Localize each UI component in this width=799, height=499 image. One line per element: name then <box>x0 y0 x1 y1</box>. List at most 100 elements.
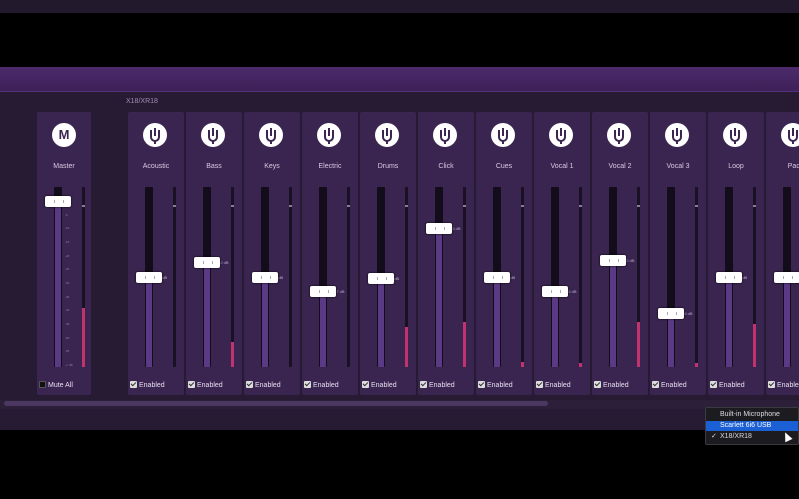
channel-meter-fill <box>579 363 582 367</box>
channel-name: Loop <box>728 163 744 170</box>
channel-output-icon[interactable] <box>375 123 399 147</box>
master-fader-handle[interactable] <box>45 195 71 207</box>
channel-strip: Electric -7 dB Enabled <box>302 112 358 395</box>
channel-enabled-checkbox[interactable]: Enabled <box>710 381 745 389</box>
master-scale-tick: -35 <box>65 294 70 299</box>
channel-output-icon[interactable] <box>665 123 689 147</box>
channel-enabled-checkbox[interactable]: Enabled <box>478 381 513 389</box>
channel-enabled-checkbox[interactable]: Enabled <box>768 381 799 389</box>
enabled-checkbox-box[interactable] <box>768 381 775 388</box>
channel-output-icon[interactable] <box>549 123 573 147</box>
channel-output-icon[interactable] <box>607 123 631 147</box>
channel-fader-handle[interactable] <box>194 257 220 269</box>
enabled-checkbox-box[interactable] <box>594 381 601 388</box>
enabled-checkbox-box[interactable] <box>710 381 717 388</box>
channel-fader-handle[interactable] <box>426 222 452 234</box>
channel-name: Cues <box>495 163 513 170</box>
master-knob[interactable]: M <box>52 123 76 147</box>
connector-icon <box>498 128 508 144</box>
channel-fader-fill <box>668 313 674 367</box>
channel-name: Vocal 3 <box>666 163 690 170</box>
channel-meter-peak-hold <box>347 205 350 207</box>
channel-fader-handle[interactable] <box>658 307 684 319</box>
enabled-checkbox-box[interactable] <box>536 381 543 388</box>
enabled-checkbox-box[interactable] <box>652 381 659 388</box>
channel-enabled-checkbox[interactable]: Enabled <box>130 381 165 389</box>
channel-fader-handle[interactable] <box>310 285 336 297</box>
connector-icon <box>382 128 392 144</box>
channel-enabled-checkbox[interactable]: Enabled <box>536 381 571 389</box>
channel-meter-fill <box>753 323 756 367</box>
connector-icon <box>788 128 798 144</box>
master-scale-tick: -20 <box>65 253 70 258</box>
enabled-checkbox-box[interactable] <box>304 381 311 388</box>
enabled-checkbox-box[interactable] <box>188 381 195 388</box>
device-menu-item[interactable]: Built-in Microphone <box>706 410 798 420</box>
enabled-checkbox-box[interactable] <box>246 381 253 388</box>
channel-strip: Loop -dB Enabled <box>708 112 764 395</box>
channel-enabled-checkbox[interactable]: Enabled <box>304 381 339 389</box>
channel-fader-handle[interactable] <box>136 271 162 283</box>
channel-enabled-checkbox[interactable]: Enabled <box>420 381 455 389</box>
channel-fader-handle[interactable] <box>716 271 742 283</box>
channel-fader-handle[interactable] <box>484 271 510 283</box>
channel-level-meter <box>695 187 698 367</box>
channel-fader-track[interactable] <box>551 187 559 367</box>
master-fader-track[interactable] <box>54 187 62 367</box>
channel-level-meter <box>405 187 408 367</box>
master-scale-tick: -45 <box>65 322 70 326</box>
channel-output-icon[interactable] <box>781 123 799 147</box>
mute-all-checkbox[interactable]: Mute All <box>39 381 73 389</box>
enabled-checkbox-box[interactable] <box>420 381 427 388</box>
channel-fader-track[interactable] <box>609 187 617 367</box>
channel-meter-fill <box>521 361 524 367</box>
mute-all-box[interactable] <box>39 381 46 388</box>
channel-meter-fill <box>405 327 408 367</box>
channel-fader-fill <box>320 291 326 367</box>
channel-output-icon[interactable] <box>491 123 515 147</box>
channel-fader-fill <box>552 291 558 367</box>
enabled-checkbox-box[interactable] <box>130 381 137 388</box>
connector-icon <box>614 128 624 144</box>
channel-output-icon[interactable] <box>201 123 225 147</box>
channel-output-icon[interactable] <box>317 123 341 147</box>
channel-enabled-checkbox[interactable]: Enabled <box>362 381 397 389</box>
channel-name: Click <box>438 163 454 170</box>
channel-fader-handle[interactable] <box>368 273 394 285</box>
master-meter-fill <box>82 307 85 367</box>
channel-fader-track[interactable] <box>319 187 327 367</box>
channel-fader-handle[interactable] <box>252 271 278 283</box>
channel-fader-handle[interactable] <box>774 271 799 283</box>
device-menu-item[interactable]: Scarlett 6i6 USB <box>706 421 798 431</box>
enabled-label: Enabled <box>197 382 223 389</box>
channel-fader-handle[interactable] <box>600 255 626 267</box>
channel-name: Drums <box>377 163 399 170</box>
channel-fader-track[interactable] <box>203 187 211 367</box>
channel-strip: Bass -2 dB Enabled <box>186 112 242 395</box>
channel-enabled-checkbox[interactable]: Enabled <box>188 381 223 389</box>
channel-enabled-checkbox[interactable]: Enabled <box>652 381 687 389</box>
channel-level-meter <box>521 187 524 367</box>
device-menu-item-label: Scarlett 6i6 USB <box>720 422 772 429</box>
channel-strip: Keys -dB Enabled <box>244 112 300 395</box>
channel-enabled-checkbox[interactable]: Enabled <box>594 381 629 389</box>
enabled-checkbox-box[interactable] <box>362 381 369 388</box>
channel-fader-track[interactable] <box>435 187 443 367</box>
channel-meter-fill <box>231 341 234 367</box>
master-scale-tick: -40 <box>65 308 70 313</box>
channel-fader-handle[interactable] <box>542 285 568 297</box>
channel-fader-track[interactable] <box>667 187 675 367</box>
horizontal-scrollbar[interactable] <box>0 400 799 409</box>
channel-gain-readout: -5 dB <box>683 310 693 316</box>
channel-output-icon[interactable] <box>433 123 457 147</box>
channel-output-icon[interactable] <box>143 123 167 147</box>
master-scale-tick: -10 <box>65 226 70 231</box>
enabled-label: Enabled <box>255 382 281 389</box>
channel-output-icon[interactable] <box>259 123 283 147</box>
channel-output-icon[interactable] <box>723 123 747 147</box>
channel-enabled-checkbox[interactable]: Enabled <box>246 381 281 389</box>
device-menu-item-label: X18/XR18 <box>720 433 752 440</box>
master-scale-tick: -15 <box>65 240 70 244</box>
enabled-checkbox-box[interactable] <box>478 381 485 388</box>
horizontal-scroll-thumb[interactable] <box>4 401 548 406</box>
